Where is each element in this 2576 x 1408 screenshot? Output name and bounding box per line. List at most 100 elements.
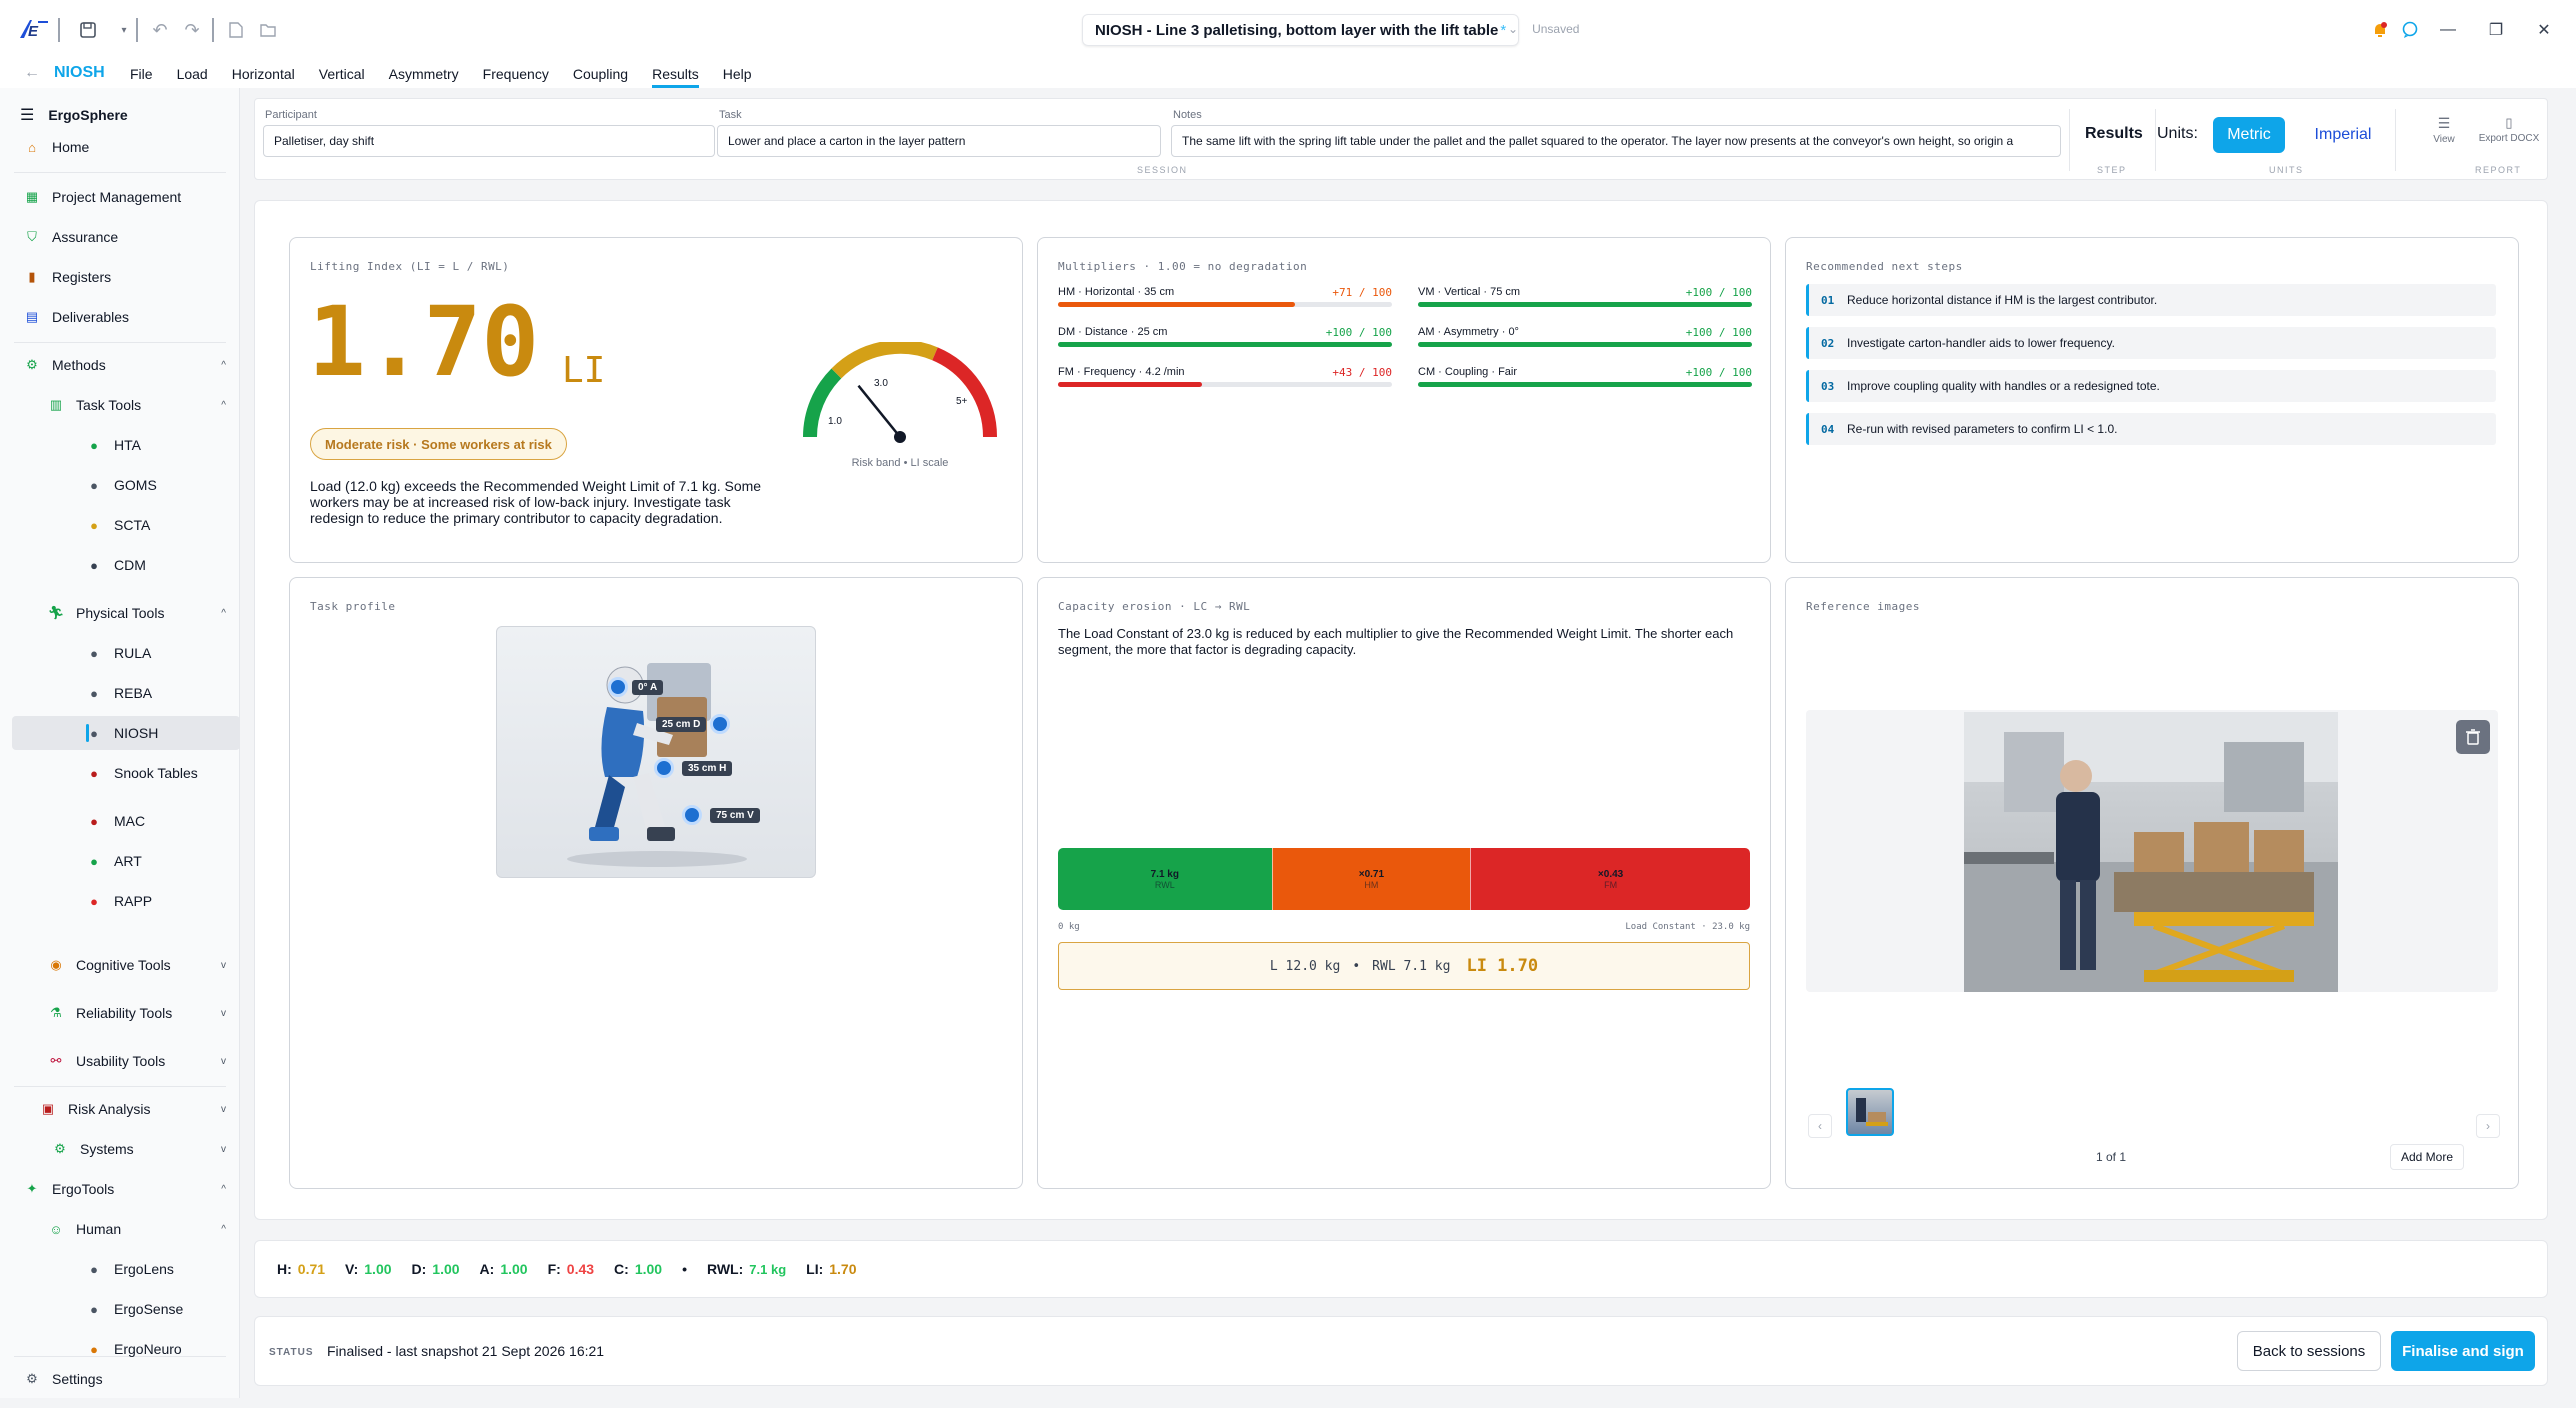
multiplier-track	[1418, 302, 1752, 307]
task-field[interactable]: Lower and place a carton in the layer pa…	[717, 125, 1161, 157]
sidebar-item-human[interactable]: ☺ Human ^	[0, 1212, 240, 1246]
summary-value: 0.71	[297, 1261, 326, 1277]
open-folder-icon[interactable]	[254, 16, 282, 44]
redo-icon[interactable]: ↷	[178, 16, 206, 44]
sidebar-item-ergosense[interactable]: ● ErgoSense	[0, 1292, 240, 1326]
sidebar-item-methods[interactable]: ⚙ Methods ^	[0, 348, 240, 382]
reference-photo[interactable]	[1964, 712, 2338, 992]
sidebar-item-ergolens[interactable]: ● ErgoLens	[0, 1252, 240, 1286]
sidebar-item-ergoneuro[interactable]: ● ErgoNeuro	[0, 1332, 240, 1366]
marker-horizontal[interactable]: 35 cm H	[654, 758, 733, 778]
menu-vertical[interactable]: Vertical	[319, 60, 365, 88]
menu-file[interactable]: File	[130, 60, 153, 88]
summary-value: 1.00	[634, 1261, 663, 1277]
prev-image-button[interactable]: ‹	[1808, 1114, 1832, 1138]
shield-icon: ⛉	[27, 229, 37, 244]
close-button[interactable]: ✕	[2530, 16, 2558, 44]
menu-load[interactable]: Load	[177, 60, 208, 88]
segment-value: ×0.43	[1597, 868, 1624, 880]
menu-horizontal[interactable]: Horizontal	[232, 60, 295, 88]
sidebar-item-hta[interactable]: ● HTA	[0, 428, 240, 462]
new-file-icon[interactable]	[222, 16, 250, 44]
summary-separator: •	[682, 1261, 687, 1277]
cdm-icon: ●	[90, 557, 98, 573]
view-button[interactable]: ☰ View	[2417, 115, 2471, 155]
task-label: Task	[719, 109, 742, 121]
minimize-button[interactable]: —	[2434, 16, 2462, 44]
capacity-axis-min: 0 kg	[1058, 922, 1080, 932]
sidebar-item-assurance[interactable]: ⛉ Assurance	[0, 220, 240, 254]
back-to-sessions-button[interactable]: Back to sessions	[2237, 1331, 2381, 1371]
sidebar-item-rula[interactable]: ● RULA	[0, 636, 240, 670]
sidebar-item-usability-tools[interactable]: ⚯ Usability Tools v	[0, 1044, 240, 1078]
sidebar-item-settings[interactable]: ⚙ Settings	[0, 1362, 240, 1396]
sidebar-item-reliability-tools[interactable]: ⚗ Reliability Tools v	[0, 996, 240, 1030]
next-step-item: 04 Re-run with revised parameters to conf…	[1806, 413, 2496, 445]
sidebar-item-risk-analysis[interactable]: ▣ Risk Analysis v	[0, 1092, 240, 1126]
sidebar-item-ergotools[interactable]: ✦ ErgoTools ^	[0, 1172, 240, 1206]
sidebar-item-task-tools[interactable]: ▥ Task Tools ^	[0, 388, 240, 422]
sidebar-item-cognitive-tools[interactable]: ◉ Cognitive Tools v	[0, 948, 240, 982]
image-thumbnail[interactable]	[1846, 1088, 1894, 1136]
sidebar-item-deliverables[interactable]: ▤ Deliverables	[0, 300, 240, 334]
next-image-button[interactable]: ›	[2476, 1114, 2500, 1138]
sidebar-item-systems[interactable]: ⚙ Systems v	[0, 1132, 240, 1166]
units-label: Units:	[2157, 125, 2198, 142]
reference-images-card: Reference images ‹ › 1 of 1 Add More	[1785, 577, 2519, 1189]
sidebar-brand[interactable]: ☰ ErgoSphere	[0, 98, 240, 132]
marker-distance[interactable]: 25 cm D	[656, 714, 731, 734]
marker-dot	[682, 805, 702, 825]
sidebar-item-snook-tables[interactable]: ● Snook Tables	[0, 756, 240, 790]
back-arrow-icon[interactable]: ←	[24, 64, 40, 82]
finalise-and-sign-button[interactable]: Finalise and sign	[2391, 1331, 2535, 1371]
marker-vertical[interactable]: 75 cm V	[682, 805, 760, 825]
sidebar-item-project-management[interactable]: ▦ Project Management	[0, 180, 240, 214]
summary-li-label: LI:	[806, 1261, 824, 1277]
package-icon: ▤	[25, 309, 39, 324]
sidebar-item-cdm[interactable]: ● CDM	[0, 548, 240, 582]
sidebar-item-goms[interactable]: ● GOMS	[0, 468, 240, 502]
add-more-button[interactable]: Add More	[2390, 1144, 2465, 1170]
sidebar-item-home[interactable]: ⌂ Home	[0, 130, 240, 164]
chevron-up-icon: ^	[221, 607, 226, 619]
export-docx-button[interactable]: ▯ Export DOCX	[2469, 115, 2549, 155]
hamburger-menu-icon[interactable]: ☰	[20, 105, 34, 125]
lifting-index-value: 1.70	[308, 286, 540, 398]
chat-icon[interactable]	[2396, 16, 2424, 44]
multiplier-label: AM · Asymmetry · 0°	[1418, 326, 1519, 338]
marker-asymmetry[interactable]: 0° A	[608, 677, 664, 697]
warehouse-photo-illustration	[1964, 712, 2338, 992]
sidebar-item-art[interactable]: ● ART	[0, 844, 240, 878]
menu-results[interactable]: Results	[652, 60, 699, 88]
sidebar-item-reba[interactable]: ● REBA	[0, 676, 240, 710]
menu-coupling[interactable]: Coupling	[573, 60, 628, 88]
segment-name: FM	[1604, 879, 1618, 890]
sidebar-item-rapp[interactable]: ● RAPP	[0, 884, 240, 918]
notes-field[interactable]: The same lift with the spring lift table…	[1171, 125, 2061, 157]
segment-value: ×0.71	[1358, 868, 1385, 880]
undo-icon[interactable]: ↶	[146, 16, 174, 44]
sidebar-item-physical-tools[interactable]: 🏃︎ Physical Tools ^	[0, 596, 240, 630]
menu-asymmetry[interactable]: Asymmetry	[389, 60, 459, 88]
menu-frequency[interactable]: Frequency	[483, 60, 549, 88]
maximize-button[interactable]: ❐	[2482, 16, 2510, 44]
notifications-icon[interactable]	[2366, 16, 2394, 44]
metric-button[interactable]: Metric	[2213, 117, 2285, 153]
document-title[interactable]: NIOSH - Line 3 palletising, bottom layer…	[1082, 14, 1520, 46]
sidebar-item-registers[interactable]: ▮ Registers	[0, 260, 240, 294]
save-icon[interactable]	[74, 16, 102, 44]
delete-image-button[interactable]	[2456, 720, 2490, 754]
sidebar-item-scta[interactable]: ● SCTA	[0, 508, 240, 542]
chevron-up-icon: ^	[221, 359, 226, 371]
status-bar: STATUS Finalised - last snapshot 21 Sept…	[254, 1316, 2548, 1386]
ergolens-icon: ●	[90, 1261, 98, 1277]
next-step-item: 01 Reduce horizontal distance if HM is th…	[1806, 284, 2496, 316]
menu-help[interactable]: Help	[723, 60, 752, 88]
participant-field[interactable]: Palletiser, day shift	[263, 125, 715, 157]
sidebar-item-niosh[interactable]: ● NIOSH	[12, 716, 240, 750]
chevron-down-icon[interactable]: ▾	[110, 16, 138, 44]
status-text: Finalised - last snapshot 21 Sept 2026 1…	[327, 1343, 605, 1359]
segment-name: HM	[1364, 879, 1379, 890]
imperial-button[interactable]: Imperial	[2295, 117, 2391, 153]
sidebar-item-mac[interactable]: ● MAC	[0, 804, 240, 838]
